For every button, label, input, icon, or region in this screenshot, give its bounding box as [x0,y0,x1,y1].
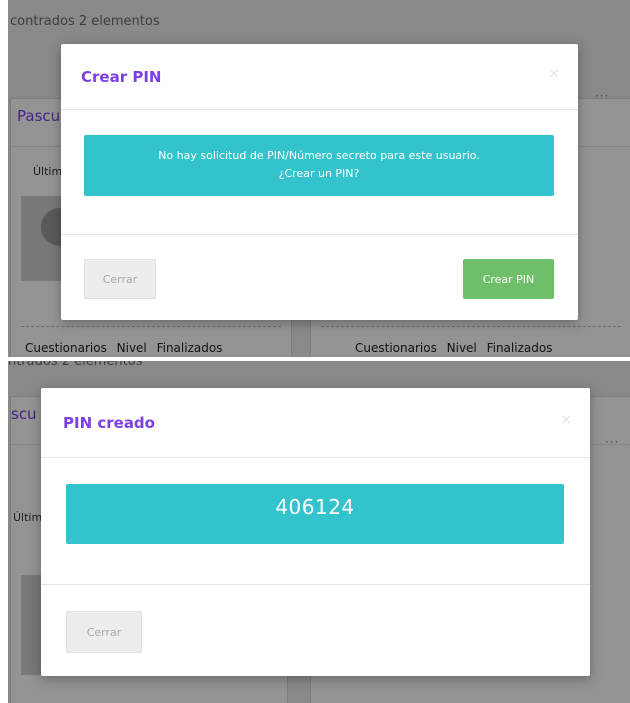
alert-question: ¿Crear un PIN? [278,167,360,180]
pin-created-screenshot: ntrados 2 elementos scu Últim ··· PIN cr… [8,361,630,703]
pin-value: 406124 [275,495,355,519]
create-pin-screenshot: contrados 2 elementos Pascu Últim Cuesti… [8,0,630,357]
modal-title: Crear PIN [81,68,162,86]
close-icon[interactable]: × [560,412,572,428]
crear-pin-button[interactable]: Crear PIN [463,259,554,299]
close-icon[interactable]: × [548,66,560,82]
modal-header: Crear PIN × [61,44,578,110]
pin-created-modal: PIN creado × 406124 Cerrar [41,388,590,676]
modal-header: PIN creado × [41,388,590,458]
cerrar-button[interactable]: Cerrar [84,259,156,299]
modal-footer: Cerrar Crear PIN [61,234,578,320]
create-pin-modal: Crear PIN × No hay solicitud de PIN/Núme… [61,44,578,320]
pin-display: 406124 [66,484,564,544]
modal-title: PIN creado [63,414,155,432]
alert-message: No hay solicitud de PIN/Número secreto p… [158,149,480,162]
modal-footer: Cerrar [41,584,590,676]
cerrar-button[interactable]: Cerrar [66,611,142,653]
no-pin-alert: No hay solicitud de PIN/Número secreto p… [84,135,554,196]
